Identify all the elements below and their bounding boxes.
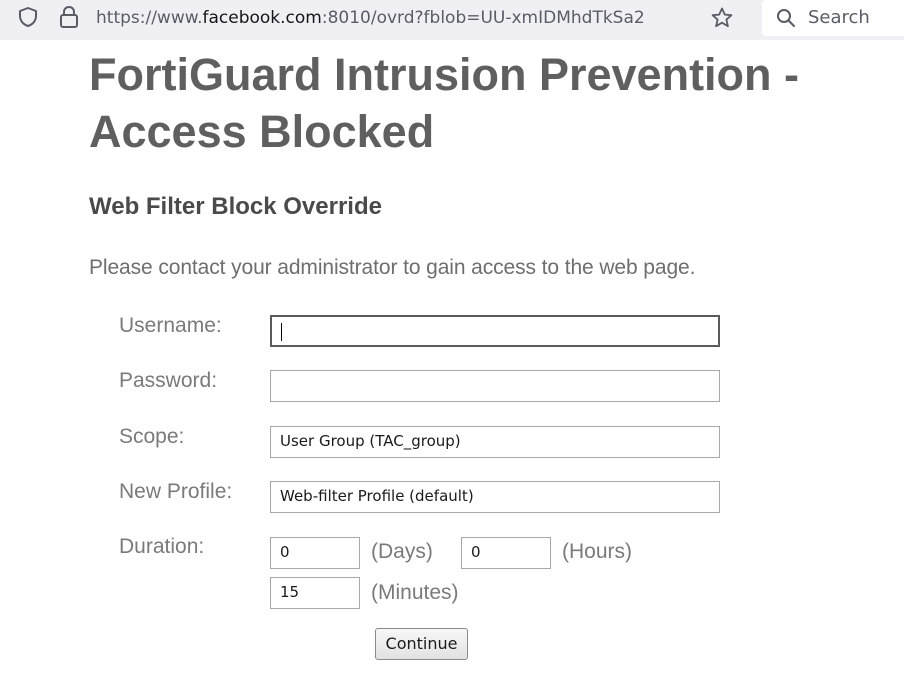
minutes-value: 15 xyxy=(280,583,300,601)
page-title: FortiGuard Intrusion Prevention - Access… xyxy=(89,49,800,157)
minutes-unit-label: (Minutes) xyxy=(371,581,459,604)
contact-message: Please contact your administrator to gai… xyxy=(89,256,696,279)
days-unit-label: (Days) xyxy=(371,540,433,563)
hours-input[interactable]: 0 xyxy=(461,537,551,569)
duration-label: Duration: xyxy=(119,535,205,558)
url-bar[interactable]: https://www.facebook.com:8010/ovrd?fblob… xyxy=(96,6,699,32)
days-input[interactable]: 0 xyxy=(270,537,360,569)
hours-unit-label: (Hours) xyxy=(562,540,633,563)
new-profile-field[interactable]: Web-filter Profile (default) xyxy=(270,481,720,513)
page-subtitle: Web Filter Block Override xyxy=(89,193,382,220)
username-label: Username: xyxy=(119,314,222,337)
password-label: Password: xyxy=(119,369,218,392)
url-prefix: https://www. xyxy=(96,8,203,28)
scope-label: Scope: xyxy=(119,425,185,448)
scope-field[interactable]: User Group (TAC_group) xyxy=(270,426,720,458)
shield-icon[interactable] xyxy=(17,6,39,28)
username-input[interactable] xyxy=(270,315,720,347)
bookmark-star-icon[interactable] xyxy=(710,6,734,30)
text-caret xyxy=(281,323,282,341)
search-placeholder: Search xyxy=(808,7,870,28)
url-domain: facebook.com xyxy=(202,8,322,28)
minutes-input[interactable]: 15 xyxy=(270,577,360,609)
search-icon xyxy=(777,9,795,27)
search-box[interactable]: Search xyxy=(762,0,904,36)
continue-button[interactable]: Continue xyxy=(375,628,468,660)
password-input[interactable] xyxy=(270,370,720,402)
lock-icon[interactable] xyxy=(58,5,80,29)
hours-value: 0 xyxy=(471,543,481,561)
new-profile-label: New Profile: xyxy=(119,480,233,503)
new-profile-value: Web-filter Profile (default) xyxy=(280,487,474,505)
days-value: 0 xyxy=(280,543,290,561)
scope-value: User Group (TAC_group) xyxy=(280,432,461,450)
browser-toolbar: https://www.facebook.com:8010/ovrd?fblob… xyxy=(0,0,904,40)
url-suffix: :8010/ovrd?fblob=UU-xmIDMhdTkSa2 xyxy=(321,8,645,28)
